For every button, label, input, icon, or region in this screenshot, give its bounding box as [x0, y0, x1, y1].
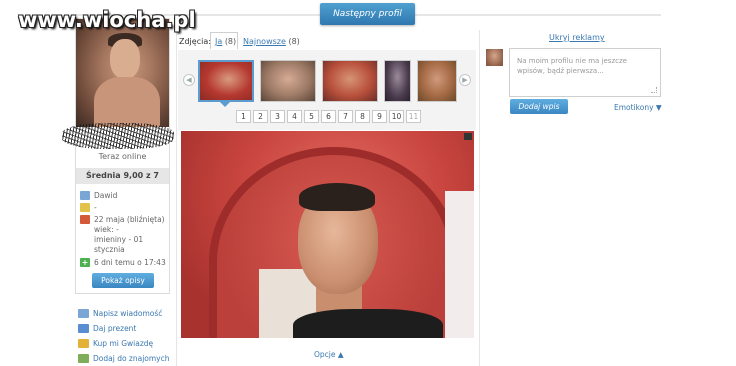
tab-newest-link[interactable]: Najnowsze: [243, 37, 286, 46]
page-button-8[interactable]: 8: [355, 110, 370, 123]
page-button-7[interactable]: 7: [338, 110, 353, 123]
info-birthday: 22 maja (bliźnięta): [94, 215, 165, 224]
send-message-link[interactable]: Napisz wiadomość: [78, 309, 162, 318]
page-button-5[interactable]: 5: [304, 110, 319, 123]
star-icon: [78, 339, 89, 348]
tab-newest[interactable]: Najnowsze (8): [243, 37, 300, 46]
info-flag-row: -: [80, 203, 97, 212]
photo-shirt: [293, 309, 443, 338]
info-nameday-month: stycznia: [94, 245, 125, 254]
selected-thumbnail-pointer: [219, 101, 231, 107]
buy-star-label: Kup mi Gwiazdę: [93, 339, 154, 348]
add-friend-link[interactable]: Dodaj do znajomych: [78, 354, 170, 363]
page-button-1[interactable]: 1: [236, 110, 251, 123]
gift-icon: [78, 324, 89, 333]
give-gift-link[interactable]: Daj prezent: [78, 324, 136, 333]
photo-pager: 1 2 3 4 5 6 7 8 9 10 11: [236, 110, 421, 123]
hide-ads-link[interactable]: Ukryj reklamy: [549, 33, 605, 42]
avatar-body: [94, 77, 160, 127]
next-thumbnails-button[interactable]: ▶: [459, 74, 471, 86]
page-button-6[interactable]: 6: [321, 110, 336, 123]
column-divider-right: [479, 30, 480, 366]
info-birthday-row: 22 maja (bliźnięta) wiek: - imieniny - 0…: [80, 215, 165, 255]
info-last-seen-row: + 6 dni temu o 17:43: [80, 258, 166, 267]
comment-placeholder-line1: Na moim profilu nie ma jeszcze: [517, 57, 627, 65]
profile-page: Następny profil Teraz online Średnia 9,0…: [0, 0, 736, 366]
flag-icon: [80, 203, 90, 212]
show-descriptions-button[interactable]: Pokaż opisy: [92, 273, 154, 288]
page-button-3[interactable]: 3: [270, 110, 285, 123]
photo-window: [445, 191, 474, 338]
next-profile-button[interactable]: Następny profil: [320, 3, 415, 25]
tab-newest-count: (8): [288, 37, 300, 46]
photos-label: Zdjęcia:: [179, 37, 211, 46]
photo-thumbnail[interactable]: [384, 60, 411, 102]
birthday-icon: [80, 215, 90, 224]
add-friend-label: Dodaj do znajomych: [93, 354, 170, 363]
tab-my-photos[interactable]: Ja (8): [210, 32, 238, 49]
page-button-10[interactable]: 10: [389, 110, 404, 123]
resize-handle-icon[interactable]: [651, 87, 657, 93]
photo-thumbnail[interactable]: [198, 60, 254, 102]
buy-star-link[interactable]: Kup mi Gwiazdę: [78, 339, 153, 348]
rating-average: Średnia 9,00 z 7: [76, 168, 169, 184]
mail-icon: [78, 309, 89, 318]
column-divider-left: [176, 30, 177, 366]
info-nameday: imieniny - 01: [94, 235, 144, 244]
page-button-9[interactable]: 9: [372, 110, 387, 123]
page-button-4[interactable]: 4: [287, 110, 302, 123]
info-age: wiek: -: [94, 225, 119, 234]
avatar-head: [110, 39, 140, 79]
page-button-11[interactable]: 11: [406, 110, 421, 123]
online-status: Teraz online: [98, 152, 147, 161]
comment-placeholder-line2: wpisów, bądź pierwsza...: [517, 67, 604, 75]
profile-card: Teraz online Średnia 9,00 z 7 Dawid - 22…: [62, 18, 174, 294]
comment-input[interactable]: Na moim profilu nie ma jeszcze wpisów, b…: [509, 48, 661, 97]
photo-thumbnail[interactable]: [417, 60, 457, 102]
add-friend-icon: [78, 354, 89, 363]
info-name: Dawid: [94, 191, 118, 200]
emoticons-dropdown[interactable]: Emotikony ▼: [614, 103, 662, 112]
photo-options-link[interactable]: Opcje ▲: [314, 350, 344, 359]
scribbled-username: [62, 123, 174, 149]
profile-avatar[interactable]: [76, 19, 169, 127]
send-message-label: Napisz wiadomość: [93, 309, 163, 318]
photo-corner-icon[interactable]: [464, 133, 472, 140]
give-gift-label: Daj prezent: [93, 324, 137, 333]
plus-icon: +: [80, 258, 90, 267]
photo-thumbnail[interactable]: [260, 60, 316, 102]
main-photo[interactable]: [181, 131, 474, 338]
prev-thumbnails-button[interactable]: ◀: [183, 74, 195, 86]
info-name-row: Dawid: [80, 191, 117, 200]
person-icon: [80, 191, 90, 200]
commenter-avatar: [486, 49, 503, 66]
info-flag: -: [94, 203, 97, 212]
photo-thumbnail[interactable]: [322, 60, 378, 102]
page-button-2[interactable]: 2: [253, 110, 268, 123]
wiocha-watermark-logo: www.wiocha.pl: [18, 8, 196, 32]
add-entry-button[interactable]: Dodaj wpis: [510, 99, 568, 114]
info-last-seen: 6 dni temu o 17:43: [94, 258, 166, 267]
tab-my-photos-link[interactable]: Ja: [215, 37, 222, 46]
photo-hair: [299, 183, 375, 211]
tab-my-photos-count: (8): [224, 37, 237, 46]
